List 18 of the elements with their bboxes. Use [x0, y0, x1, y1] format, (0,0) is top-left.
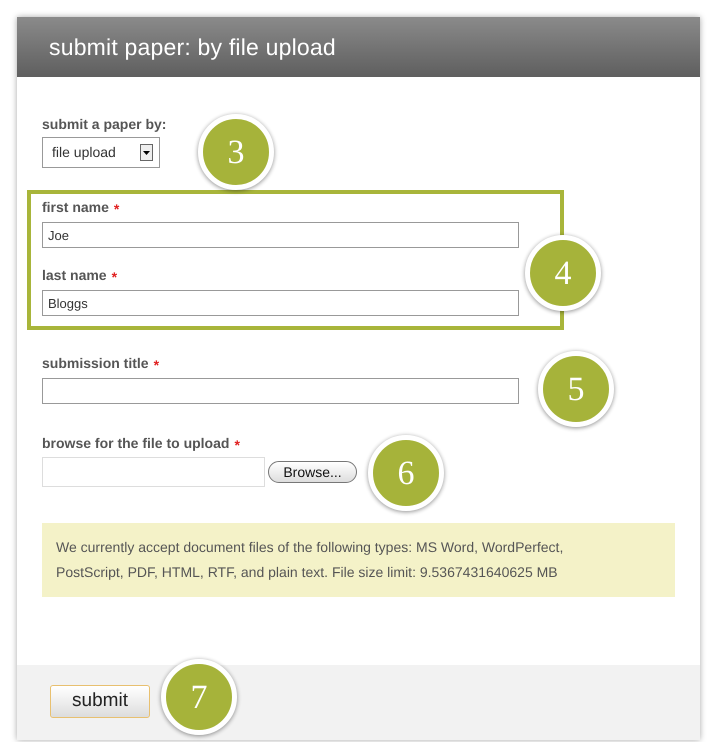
text-input[interactable]: Joe: [42, 222, 519, 248]
submit-button[interactable]: submit: [50, 685, 150, 718]
panel-title: submit paper: by file upload: [49, 32, 336, 62]
field-label: last name: [42, 266, 107, 284]
required-mark: *: [112, 268, 118, 287]
field-label: first name: [42, 198, 109, 216]
required-mark: *: [234, 436, 240, 455]
field-label: browse for the file to upload: [42, 434, 230, 452]
browse-button[interactable]: Browse...: [268, 461, 357, 483]
text-input[interactable]: [42, 378, 519, 404]
field-label: submit a paper by:: [42, 115, 166, 133]
required-mark: *: [114, 200, 120, 219]
required-mark: *: [154, 356, 160, 375]
method-dropdown[interactable]: file upload: [42, 137, 160, 168]
file-path-field[interactable]: [42, 457, 265, 487]
field-label: submission title: [42, 354, 149, 372]
text-input[interactable]: Bloggs: [42, 290, 519, 316]
file-type-notice: We currently accept document files of the following types: MS Word, WordPerfect, PostScript, PDF, HTML, RTF, and plain text. File size limit: 9.5367431640625 MB: [42, 523, 675, 597]
